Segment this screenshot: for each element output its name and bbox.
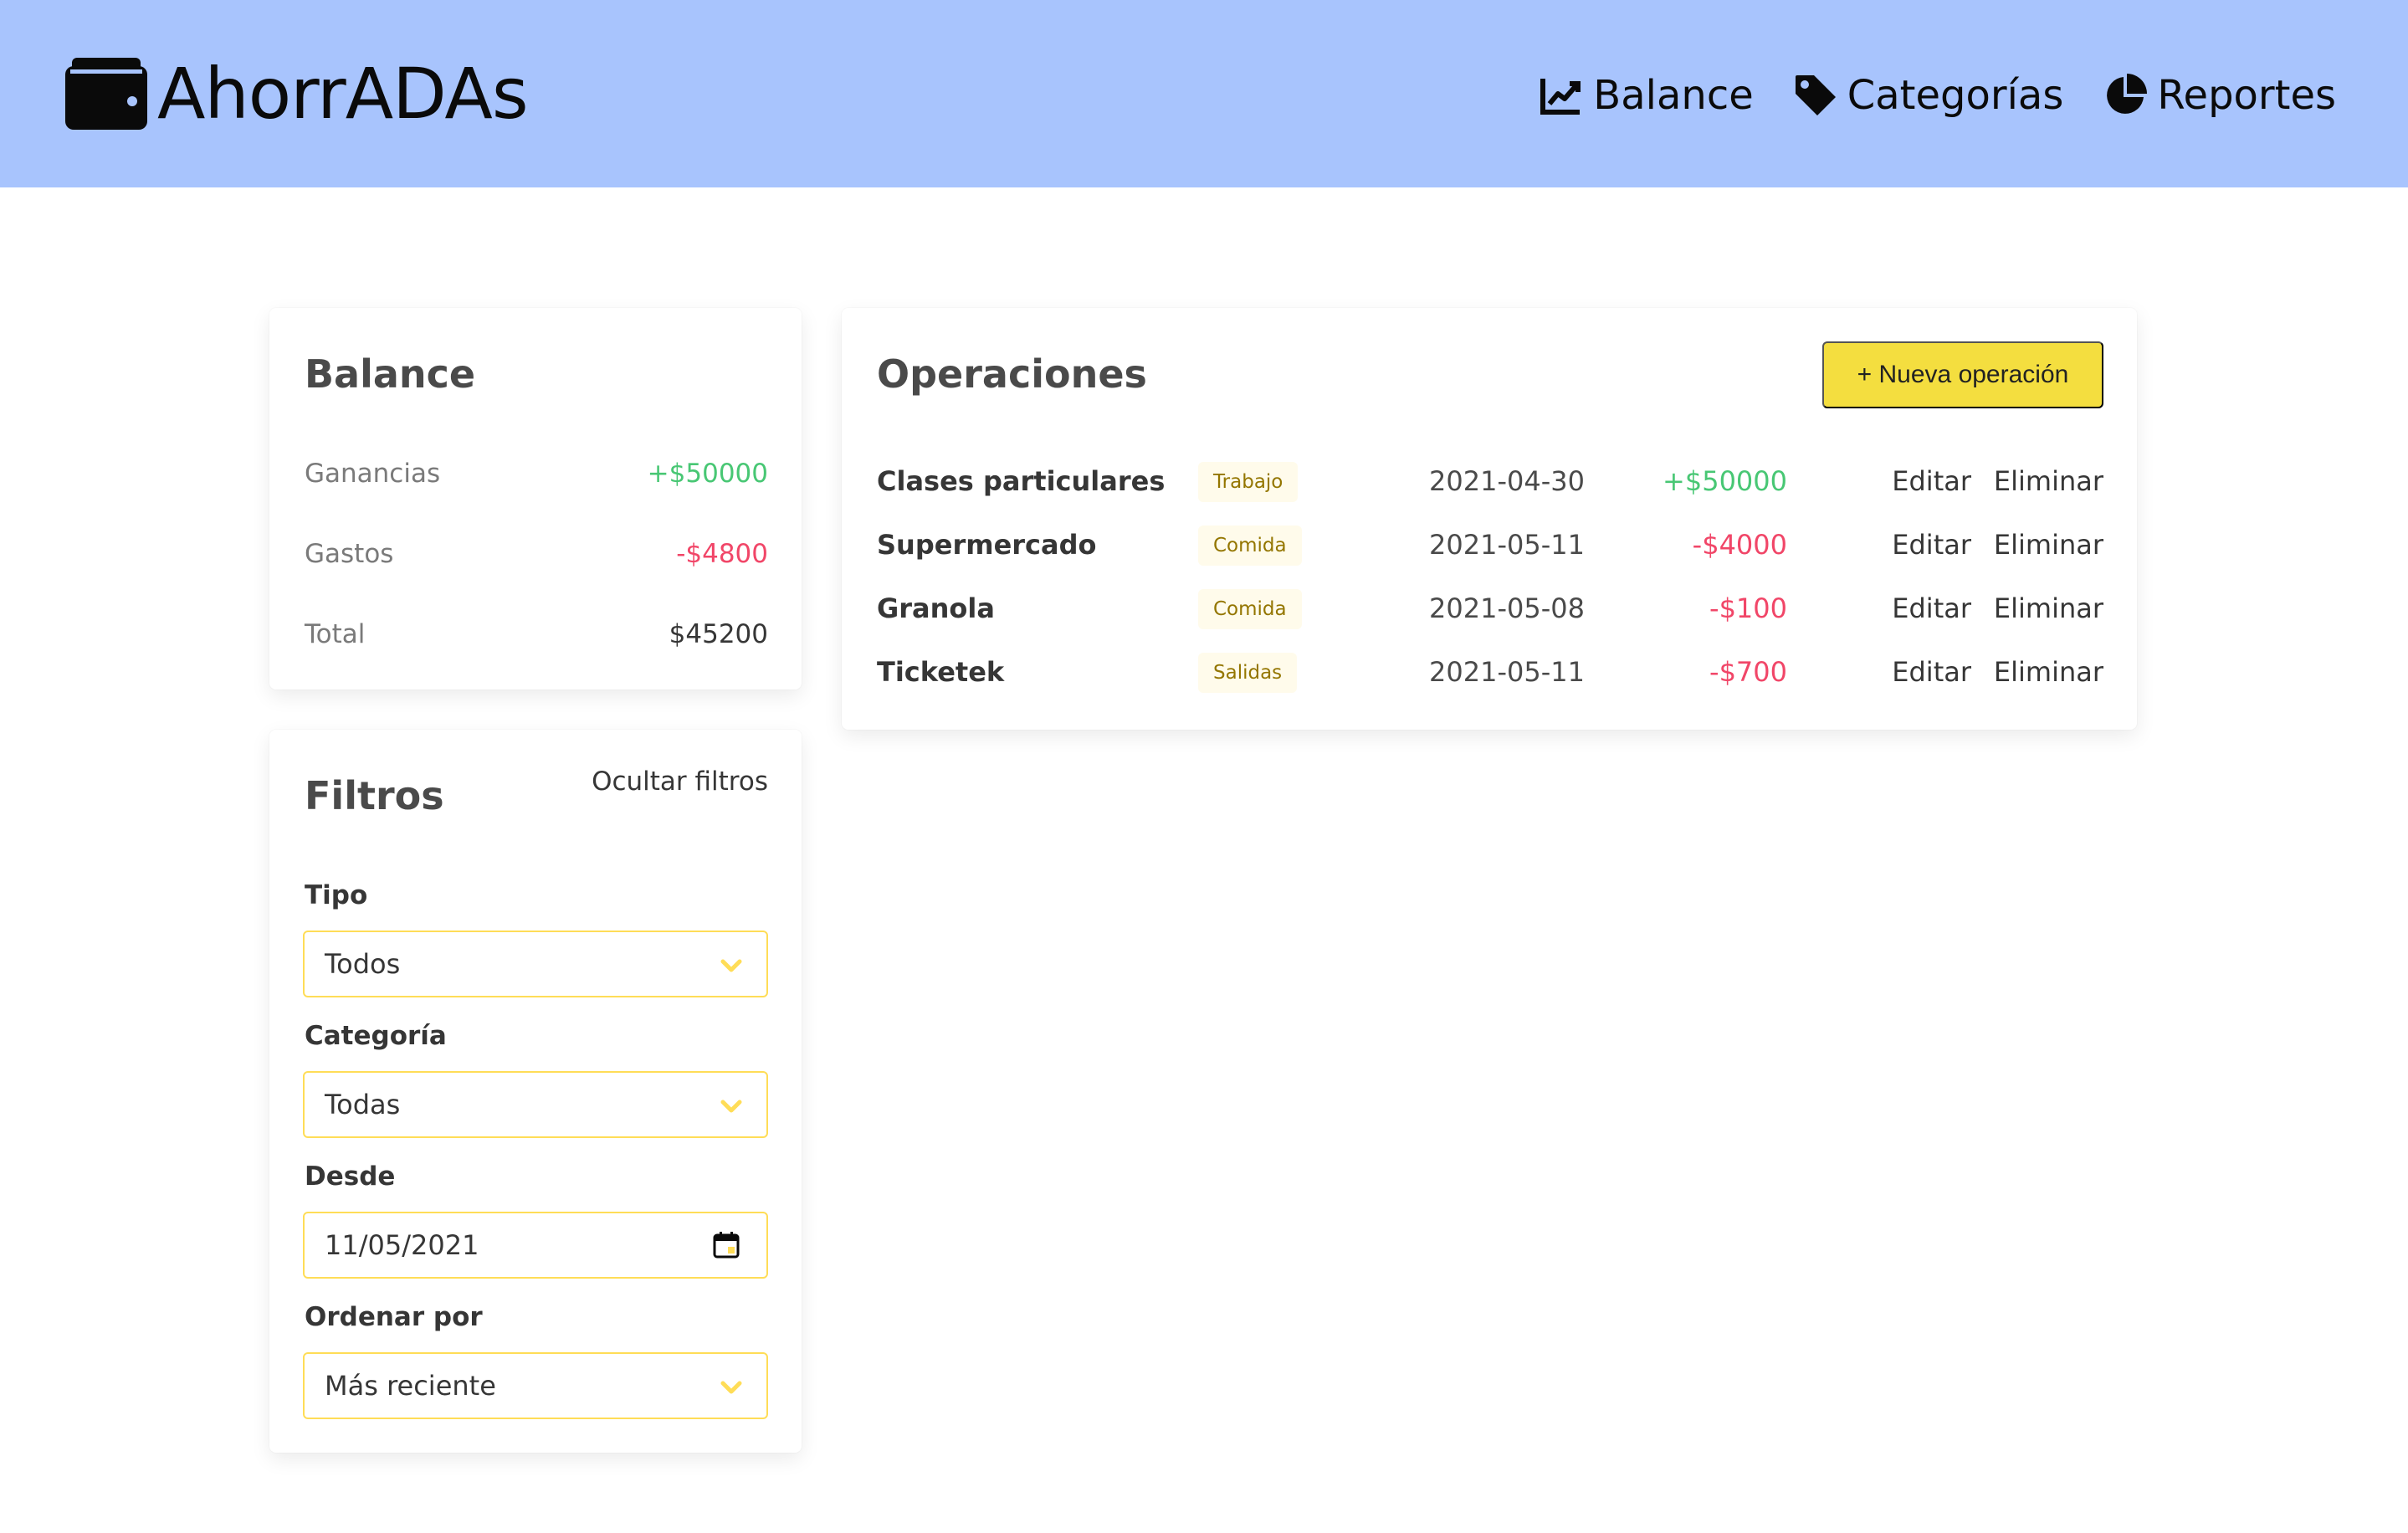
chart-line-icon xyxy=(1540,79,1581,115)
operation-date: 2021-05-11 xyxy=(1429,656,1585,688)
desde-date-input[interactable]: 11/05/2021 xyxy=(303,1212,768,1279)
desde-date-value: 11/05/2021 xyxy=(325,1229,479,1261)
filters-card: Filtros Ocultar filtros Tipo Todos Categ… xyxy=(269,730,802,1453)
navbar: AhorrADAs Balance Categorías Reportes xyxy=(0,0,2408,187)
orden-label: Ordenar por xyxy=(305,1302,483,1332)
categoria-select-value: Todas xyxy=(325,1089,401,1120)
brand-title: AhorrADAs xyxy=(157,53,529,135)
edit-operation-link[interactable]: Editar xyxy=(1892,656,1971,688)
nav-item-reportes[interactable]: Reportes xyxy=(2103,74,2336,117)
balance-row-gastos: Gastos -$4800 xyxy=(305,539,768,569)
nav-item-label: Balance xyxy=(1593,72,1754,119)
operation-amount: -$100 xyxy=(1709,592,1787,624)
operation-description: Supermercado xyxy=(877,529,1097,561)
tipo-select-value: Todos xyxy=(325,948,401,980)
chevron-down-icon xyxy=(720,959,742,972)
edit-operation-link[interactable]: Editar xyxy=(1892,529,1971,561)
orden-select-value: Más reciente xyxy=(325,1370,496,1402)
delete-operation-link[interactable]: Eliminar xyxy=(1994,465,2103,497)
operation-amount: +$50000 xyxy=(1663,465,1787,497)
operation-row: Granola Comida 2021-05-08 -$100 Editar E… xyxy=(877,584,2103,634)
tipo-select[interactable]: Todos xyxy=(303,931,768,997)
operations-title: Operaciones xyxy=(877,351,1147,397)
chevron-down-icon xyxy=(720,1100,742,1113)
wallet-icon xyxy=(65,58,147,130)
operation-row: Supermercado Comida 2021-05-11 -$4000 Ed… xyxy=(877,520,2103,571)
operation-date: 2021-05-11 xyxy=(1429,529,1585,561)
operation-category-tag: Salidas xyxy=(1198,653,1298,693)
orden-select[interactable]: Más reciente xyxy=(303,1352,768,1419)
balance-label: Ganancias xyxy=(305,459,441,489)
operation-description: Granola xyxy=(877,592,995,624)
delete-operation-link[interactable]: Eliminar xyxy=(1994,592,2103,624)
filters-title: Filtros xyxy=(305,773,444,818)
tipo-label: Tipo xyxy=(305,880,368,910)
operation-date: 2021-04-30 xyxy=(1429,465,1585,497)
categoria-label: Categoría xyxy=(305,1021,447,1051)
nav-item-label: Categorías xyxy=(1847,72,2064,119)
delete-operation-link[interactable]: Eliminar xyxy=(1994,656,2103,688)
balance-value: -$4800 xyxy=(676,539,768,569)
operation-description: Clases particulares xyxy=(877,465,1166,497)
hide-filters-link[interactable]: Ocultar filtros xyxy=(592,766,768,797)
categoria-select[interactable]: Todas xyxy=(303,1071,768,1138)
edit-operation-link[interactable]: Editar xyxy=(1892,465,1971,497)
balance-value: $45200 xyxy=(669,619,768,649)
balance-row-total: Total $45200 xyxy=(305,619,768,649)
operation-category-tag: Comida xyxy=(1198,589,1302,629)
operation-amount: -$4000 xyxy=(1692,529,1787,561)
new-operation-button[interactable]: + Nueva operación xyxy=(1822,341,2103,408)
brand[interactable]: AhorrADAs xyxy=(65,53,529,135)
main-nav: Balance Categorías Reportes xyxy=(1499,65,2336,126)
pie-chart-icon xyxy=(2107,74,2148,114)
operations-card: Operaciones + Nueva operación Clases par… xyxy=(842,308,2137,730)
operation-date: 2021-05-08 xyxy=(1429,592,1585,624)
balance-label: Total xyxy=(305,619,366,649)
operation-category-tag: Trabajo xyxy=(1198,462,1299,502)
operation-row: Clases particulares Trabajo 2021-04-30 +… xyxy=(877,457,2103,507)
balance-card: Balance Ganancias +$50000 Gastos -$4800 … xyxy=(269,308,802,690)
nav-item-categorias[interactable]: Categorías xyxy=(1794,72,2064,119)
balance-title: Balance xyxy=(305,351,476,397)
operation-row: Ticketek Salidas 2021-05-11 -$700 Editar… xyxy=(877,648,2103,698)
balance-row-ganancias: Ganancias +$50000 xyxy=(305,459,768,489)
tag-icon xyxy=(1795,75,1836,115)
edit-operation-link[interactable]: Editar xyxy=(1892,592,1971,624)
operation-description: Ticketek xyxy=(877,656,1005,688)
operation-category-tag: Comida xyxy=(1198,526,1302,566)
nav-item-label: Reportes xyxy=(2157,72,2336,119)
operation-amount: -$700 xyxy=(1709,656,1787,688)
nav-item-balance[interactable]: Balance xyxy=(1540,72,1754,119)
balance-value: +$50000 xyxy=(647,459,768,489)
calendar-icon[interactable] xyxy=(711,1230,741,1260)
chevron-down-icon xyxy=(720,1381,742,1394)
desde-label: Desde xyxy=(305,1161,396,1192)
balance-label: Gastos xyxy=(305,539,394,569)
delete-operation-link[interactable]: Eliminar xyxy=(1994,529,2103,561)
